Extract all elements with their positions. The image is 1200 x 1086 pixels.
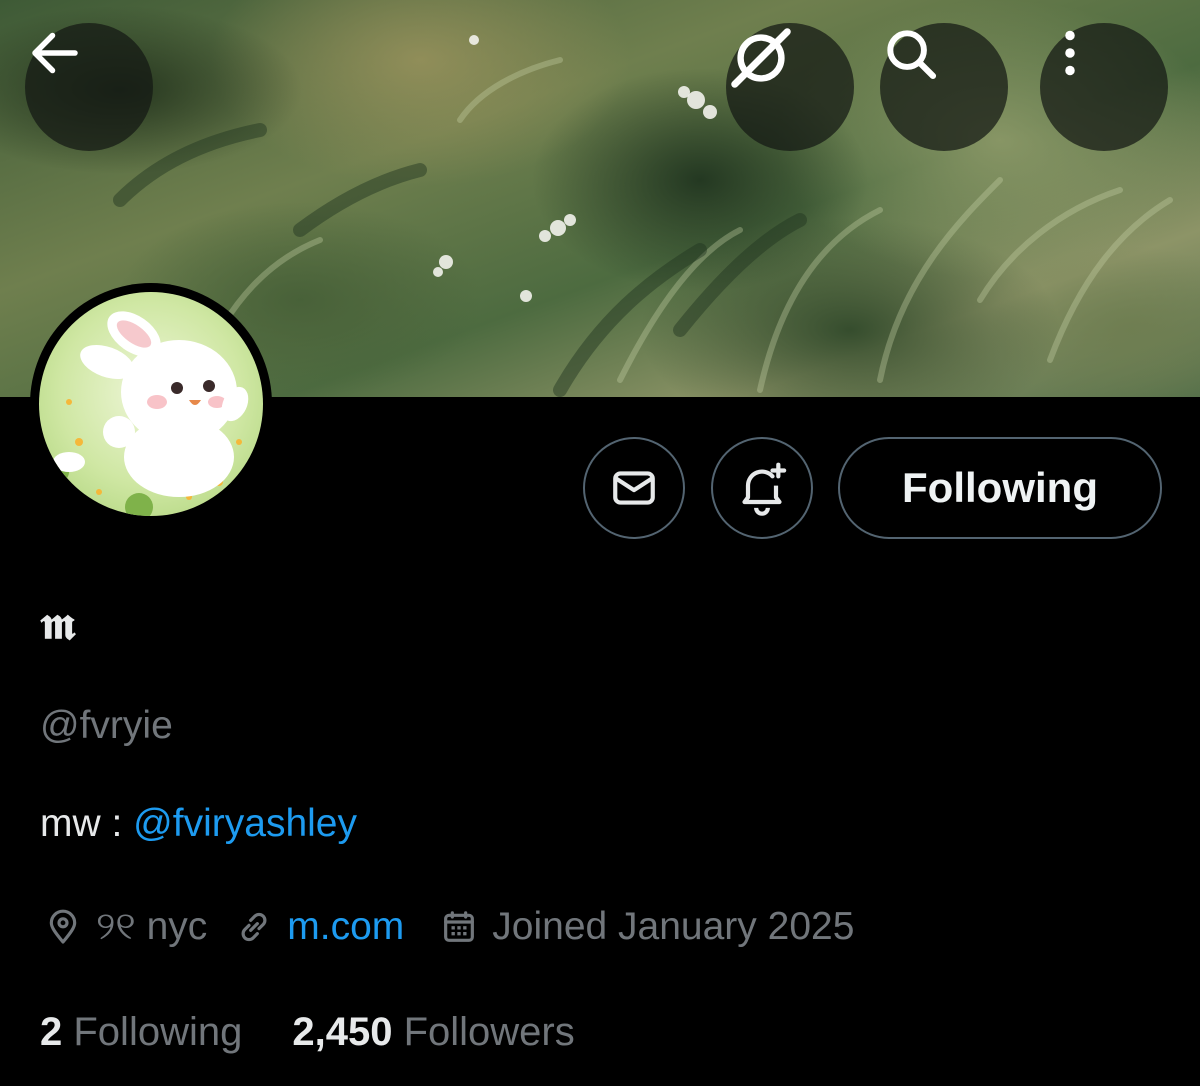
calendar-icon <box>436 904 482 950</box>
website-link[interactable]: m.com <box>287 905 404 949</box>
follow-stats: 2 Following 2,450 Followers <box>40 1010 575 1055</box>
followers-label: Followers <box>403 1010 575 1054</box>
bunny-avatar-image <box>49 311 251 516</box>
following-count: 2 <box>40 1010 63 1054</box>
message-button[interactable] <box>583 437 685 539</box>
back-button[interactable] <box>25 23 153 151</box>
followers-count: 2,450 <box>292 1010 393 1054</box>
bell-plus-icon <box>742 462 787 516</box>
location: ୨୧ nyc <box>40 904 207 950</box>
bio: mw : @fviryashley <box>40 802 357 846</box>
following-stat[interactable]: 2 Following <box>40 1010 242 1054</box>
join-date: Joined January 2025 <box>436 904 854 950</box>
arrow-left-icon <box>32 32 78 74</box>
envelope-icon <box>613 471 655 505</box>
grok-icon <box>731 28 791 88</box>
handle: @fvryie <box>40 704 173 747</box>
join-date-text: Joined January 2025 <box>492 905 855 948</box>
location-pin-icon <box>40 904 86 950</box>
more-options-button[interactable] <box>1040 23 1168 151</box>
search-icon <box>887 30 937 80</box>
bio-mention-link[interactable]: @fviryashley <box>133 802 357 845</box>
display-name: 𝖒 <box>40 596 76 650</box>
avatar[interactable] <box>30 283 272 525</box>
notify-button[interactable] <box>711 437 813 539</box>
website[interactable]: m.com <box>231 904 404 950</box>
search-button[interactable] <box>880 23 1008 151</box>
grok-button[interactable] <box>726 23 854 151</box>
following-label: Following <box>73 1010 243 1054</box>
following-button[interactable]: Following <box>838 437 1162 539</box>
link-icon <box>231 904 277 950</box>
more-vertical-icon <box>1065 30 1075 76</box>
bio-text: mw : <box>40 802 134 845</box>
location-text: ୨୧ nyc <box>96 905 208 948</box>
profile-meta: ୨୧ nyc m.com Joined January 2025 <box>40 899 854 955</box>
followers-stat[interactable]: 2,450 Followers <box>292 1010 574 1054</box>
